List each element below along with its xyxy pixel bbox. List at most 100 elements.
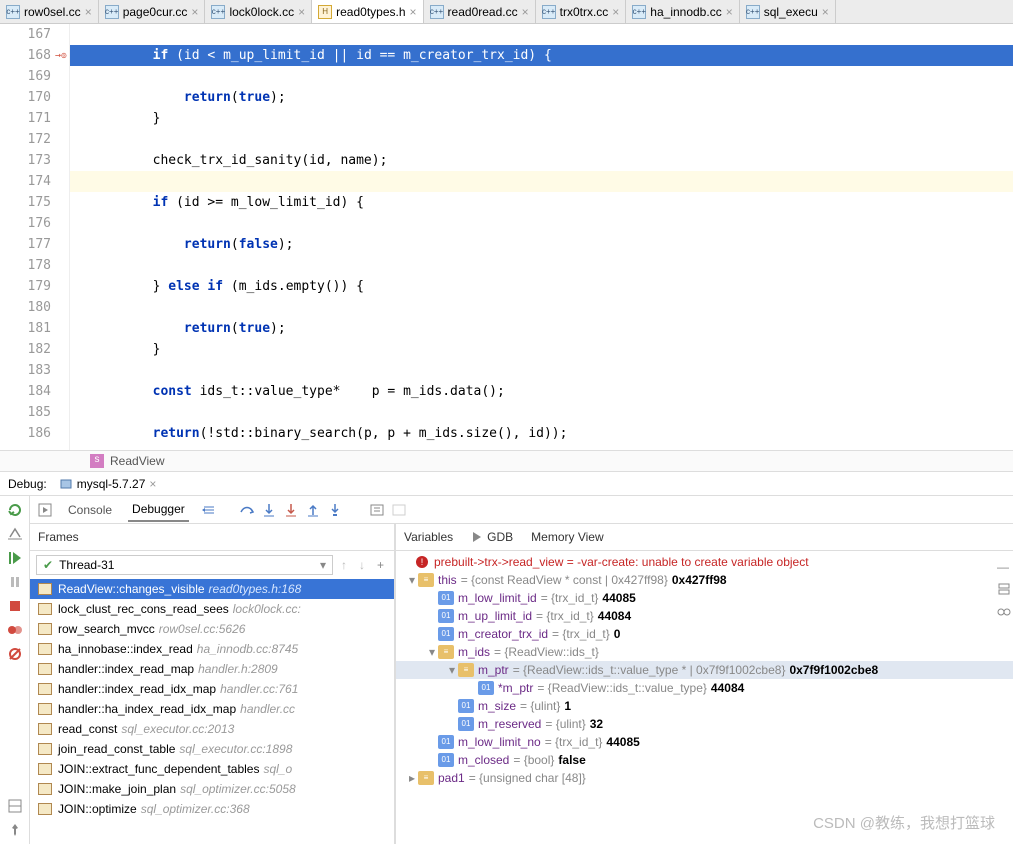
file-tab[interactable]: c++trx0trx.cc×: [536, 0, 627, 23]
close-icon[interactable]: ×: [822, 5, 829, 19]
code-line[interactable]: [70, 171, 1013, 192]
code-line[interactable]: } else if (m_ids.empty()) {: [70, 276, 1013, 297]
stack-frame[interactable]: handler::ha_index_read_idx_map handler.c…: [30, 699, 394, 719]
mute-breakpoints-icon[interactable]: [7, 646, 23, 662]
view-breakpoints-icon[interactable]: [7, 622, 23, 638]
stack-frame[interactable]: JOIN::optimize sql_optimizer.cc:368: [30, 799, 394, 819]
close-icon[interactable]: ×: [522, 5, 529, 19]
line-number[interactable]: 179: [0, 276, 51, 297]
variable-row[interactable]: 01m_low_limit_no= {trx_id_t}44085: [396, 733, 1013, 751]
file-tab[interactable]: c++ha_innodb.cc×: [626, 0, 739, 23]
line-number[interactable]: 174: [0, 171, 51, 192]
line-number[interactable]: 186: [0, 423, 51, 444]
code-line[interactable]: return(!std::binary_search(p, p + m_ids.…: [70, 423, 1013, 444]
variable-row[interactable]: 01m_closed= {bool}false: [396, 751, 1013, 769]
pause-icon[interactable]: [7, 574, 23, 590]
variable-row[interactable]: 01m_low_limit_id= {trx_id_t}44085: [396, 589, 1013, 607]
close-icon[interactable]: ×: [410, 5, 417, 19]
code-line[interactable]: [70, 402, 1013, 423]
stack-frame[interactable]: join_read_const_table sql_executor.cc:18…: [30, 739, 394, 759]
show-execution-point-icon[interactable]: [201, 502, 217, 518]
variable-row[interactable]: 01m_size= {ulint}1: [396, 697, 1013, 715]
code-area[interactable]: if (id < m_up_limit_id || id == m_creato…: [70, 24, 1013, 450]
line-number[interactable]: 178: [0, 255, 51, 276]
code-line[interactable]: check_trx_id_sanity(id, name);: [70, 150, 1013, 171]
tab-debugger[interactable]: Debugger: [128, 498, 189, 522]
variable-row[interactable]: ▸≡pad1= {unsigned char [48]}: [396, 769, 1013, 787]
file-tab[interactable]: c++sql_execu×: [740, 0, 836, 23]
step-into-icon[interactable]: [261, 502, 277, 518]
line-number[interactable]: 177: [0, 234, 51, 255]
stack-frame[interactable]: ReadView::changes_visible read0types.h:1…: [30, 579, 394, 599]
line-number[interactable]: 175: [0, 192, 51, 213]
code-line[interactable]: return(true);: [70, 318, 1013, 339]
code-line[interactable]: if (id < m_up_limit_id || id == m_creato…: [70, 45, 1013, 66]
close-icon[interactable]: ×: [85, 5, 92, 19]
code-line[interactable]: [70, 255, 1013, 276]
file-tab[interactable]: c++lock0lock.cc×: [205, 0, 312, 23]
line-number[interactable]: 183: [0, 360, 51, 381]
close-icon[interactable]: ×: [191, 5, 198, 19]
step-over-icon[interactable]: [239, 502, 255, 518]
stack-frame[interactable]: ha_innobase::index_read ha_innodb.cc:874…: [30, 639, 394, 659]
variable-row[interactable]: 01m_creator_trx_id= {trx_id_t}0: [396, 625, 1013, 643]
step-out-icon[interactable]: [305, 502, 321, 518]
expand-icon[interactable]: [997, 582, 1011, 596]
settings-icon[interactable]: [7, 526, 23, 542]
line-number[interactable]: 169: [0, 66, 51, 87]
trace-icon[interactable]: [391, 502, 407, 518]
code-line[interactable]: const ids_t::value_type* p = m_ids.data(…: [70, 381, 1013, 402]
code-line[interactable]: }: [70, 108, 1013, 129]
code-line[interactable]: if (id >= m_low_limit_id) {: [70, 192, 1013, 213]
line-number[interactable]: 180: [0, 297, 51, 318]
close-icon[interactable]: ×: [612, 5, 619, 19]
console-play-icon[interactable]: [38, 503, 52, 517]
stack-frame[interactable]: row_search_mvcc row0sel.cc:5626: [30, 619, 394, 639]
stop-icon[interactable]: [7, 598, 23, 614]
line-number[interactable]: 184: [0, 381, 51, 402]
layout-icon[interactable]: [7, 798, 23, 814]
line-number[interactable]: 173: [0, 150, 51, 171]
variable-row[interactable]: ▾≡this= {const ReadView * const | 0x427f…: [396, 571, 1013, 589]
code-line[interactable]: return(true);: [70, 87, 1013, 108]
close-icon[interactable]: ×: [298, 5, 305, 19]
code-line[interactable]: }: [70, 339, 1013, 360]
evaluate-expression-icon[interactable]: [369, 502, 385, 518]
force-step-into-icon[interactable]: [283, 502, 299, 518]
code-line[interactable]: [70, 24, 1013, 45]
close-icon[interactable]: ×: [149, 477, 156, 491]
expand-arrow-icon[interactable]: ▸: [406, 771, 418, 785]
file-tab[interactable]: c++row0sel.cc×: [0, 0, 99, 23]
code-line[interactable]: [70, 360, 1013, 381]
tab-gdb[interactable]: GDB: [487, 530, 513, 544]
debug-config-name[interactable]: mysql-5.7.27: [77, 477, 146, 491]
variable-row[interactable]: 01*m_ptr= {ReadView::ids_t::value_type}4…: [396, 679, 1013, 697]
code-line[interactable]: [70, 213, 1013, 234]
line-number[interactable]: 171: [0, 108, 51, 129]
stack-frame[interactable]: handler::index_read_idx_map handler.cc:7…: [30, 679, 394, 699]
add-frame-icon[interactable]: +: [373, 558, 388, 572]
close-icon[interactable]: ×: [726, 5, 733, 19]
filter-icon[interactable]: —: [997, 560, 1011, 574]
next-frame-icon[interactable]: ↓: [355, 558, 369, 572]
expand-arrow-icon[interactable]: ▾: [426, 645, 438, 659]
breadcrumb[interactable]: s ReadView: [0, 450, 1013, 472]
file-tab[interactable]: Hread0types.h×: [312, 0, 423, 23]
variable-row[interactable]: ▾≡m_ids= {ReadView::ids_t}: [396, 643, 1013, 661]
resume-icon[interactable]: [7, 550, 23, 566]
stack-frame[interactable]: read_const sql_executor.cc:2013: [30, 719, 394, 739]
vars-title[interactable]: Variables: [404, 530, 453, 544]
line-number[interactable]: 176: [0, 213, 51, 234]
rerun-icon[interactable]: [7, 502, 23, 518]
variable-row[interactable]: 01m_up_limit_id= {trx_id_t}44084: [396, 607, 1013, 625]
prev-frame-icon[interactable]: ↑: [337, 558, 351, 572]
code-line[interactable]: return(false);: [70, 234, 1013, 255]
tab-console[interactable]: Console: [64, 499, 116, 521]
glasses-icon[interactable]: [997, 604, 1011, 618]
run-to-cursor-icon[interactable]: [327, 502, 343, 518]
line-number[interactable]: 172: [0, 129, 51, 150]
code-line[interactable]: [70, 66, 1013, 87]
line-number[interactable]: 185: [0, 402, 51, 423]
code-line[interactable]: [70, 129, 1013, 150]
code-line[interactable]: [70, 297, 1013, 318]
